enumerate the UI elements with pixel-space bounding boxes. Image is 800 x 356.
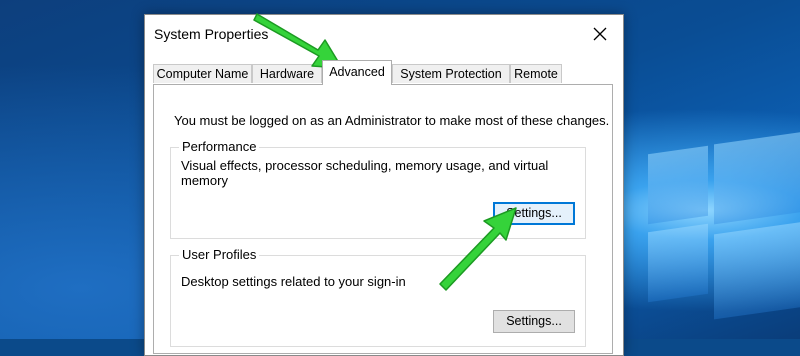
windows-logo-pane-bottom-left [648, 223, 708, 303]
dialog-title: System Properties [154, 26, 269, 42]
windows-logo-pane-bottom-right [714, 221, 800, 320]
tab-label: Advanced [329, 65, 385, 79]
windows-logo-pane-top-left [648, 145, 708, 225]
tab-hardware[interactable]: Hardware [252, 64, 322, 83]
tab-remote[interactable]: Remote [510, 64, 562, 83]
close-button[interactable] [583, 20, 617, 48]
tab-label: Remote [514, 67, 558, 81]
user-profiles-settings-button[interactable]: Settings... [493, 310, 575, 333]
user-profiles-group: User Profiles Desktop settings related t… [170, 247, 586, 347]
user-profiles-description: Desktop settings related to your sign-in [181, 274, 406, 289]
system-properties-dialog: System Properties Computer Name Hardware… [144, 14, 624, 356]
tab-label: Computer Name [156, 67, 249, 81]
tab-label: System Protection [400, 67, 502, 81]
dialog-titlebar[interactable]: System Properties [145, 15, 623, 55]
tab-computer-name[interactable]: Computer Name [153, 64, 252, 83]
tab-strip: Computer Name Hardware Advanced System P… [153, 60, 615, 85]
tab-system-protection[interactable]: System Protection [392, 64, 510, 83]
performance-group-label: Performance [179, 139, 260, 154]
tab-advanced[interactable]: Advanced [322, 60, 392, 85]
tab-label: Hardware [259, 67, 315, 81]
advanced-tab-panel: You must be logged on as an Administrato… [153, 84, 613, 354]
performance-settings-button[interactable]: Settings... [493, 202, 575, 225]
user-profiles-group-label: User Profiles [179, 247, 260, 262]
admin-notice: You must be logged on as an Administrato… [174, 113, 610, 128]
performance-description: Visual effects, processor scheduling, me… [181, 158, 549, 188]
performance-group: Performance Visual effects, processor sc… [170, 139, 586, 239]
windows-logo-pane-top-right [714, 131, 800, 225]
close-icon [593, 27, 607, 41]
